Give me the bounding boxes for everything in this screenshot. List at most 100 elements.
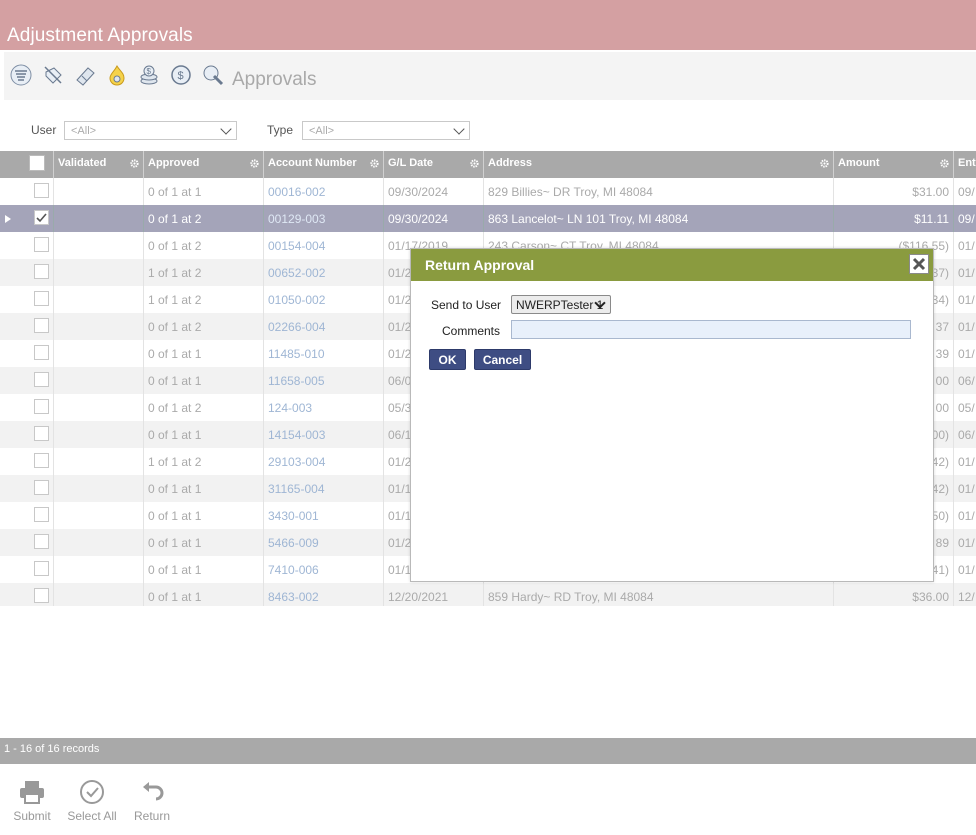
row-checkbox[interactable] — [34, 291, 49, 306]
submit-button[interactable]: Submit — [12, 779, 52, 823]
address-cell: 829 Billies~ DR Troy, MI 48084 — [484, 178, 834, 205]
address-cell: 863 Lancelot~ LN 101 Troy, MI 48084 — [484, 205, 834, 232]
gear-icon[interactable] — [130, 159, 139, 168]
row-checkbox[interactable] — [34, 345, 49, 360]
gear-icon[interactable] — [470, 159, 479, 168]
validated-cell — [54, 232, 144, 259]
account-cell[interactable]: 02266-004 — [264, 313, 384, 340]
app-title: Adjustment Approvals — [7, 25, 193, 46]
submit-label: Submit — [13, 809, 51, 823]
table-row[interactable]: 0 of 1 at 1 00016-002 09/30/2024 829 Billie… — [0, 178, 976, 205]
gear-icon[interactable] — [820, 159, 829, 168]
cancel-button[interactable]: Cancel — [474, 349, 531, 370]
row-checkbox[interactable] — [34, 210, 49, 225]
table-row[interactable]: 0 of 1 at 1 8463-002 12/20/2021 859 Hardy~ … — [0, 583, 976, 606]
dollar-cycle-icon[interactable]: $ — [170, 64, 192, 86]
gear-icon[interactable] — [370, 159, 379, 168]
row-checkbox[interactable] — [34, 507, 49, 522]
account-cell[interactable]: 14154-003 — [264, 421, 384, 448]
row-select-cell — [0, 583, 54, 606]
close-button[interactable] — [909, 254, 929, 274]
row-checkbox[interactable] — [34, 480, 49, 495]
validated-cell — [54, 583, 144, 606]
column-header-account-number[interactable]: Account Number — [264, 151, 384, 178]
account-cell[interactable]: 11485-010 — [264, 340, 384, 367]
eraser-icon[interactable] — [74, 64, 96, 86]
account-cell[interactable]: 11658-005 — [264, 367, 384, 394]
return-approval-dialog: Return Approval Send to User NWERPTester… — [410, 248, 934, 582]
column-header-approved[interactable]: Approved — [144, 151, 264, 178]
row-checkbox[interactable] — [34, 399, 49, 414]
entry-cell: 09/ — [958, 212, 975, 226]
select-all-label: Select All — [67, 809, 117, 823]
gear-icon[interactable] — [940, 159, 949, 168]
table-row[interactable]: 0 of 1 at 2 00129-003 09/30/2024 863 Lancel… — [0, 205, 976, 232]
approved-cell: 0 of 1 at 1 — [144, 421, 264, 448]
list-icon[interactable] — [10, 64, 32, 86]
row-checkbox[interactable] — [34, 264, 49, 279]
account-cell[interactable]: 5466-009 — [264, 529, 384, 556]
gl-date-cell: 09/30/2024 — [384, 178, 484, 205]
no-tag-icon[interactable] — [42, 64, 64, 86]
row-select-cell — [0, 286, 54, 313]
coins-icon[interactable]: $ — [138, 64, 160, 86]
account-cell[interactable]: 31165-004 — [264, 475, 384, 502]
dialog-header: Return Approval — [411, 249, 933, 281]
send-to-user-value: NWERPTester 1 — [516, 298, 604, 312]
entry-cell: 12/ — [958, 590, 975, 604]
account-cell[interactable]: 00652-002 — [264, 259, 384, 286]
dialog-title: Return Approval — [425, 257, 535, 273]
entry-cell: 01/ — [958, 239, 975, 253]
row-checkbox[interactable] — [34, 561, 49, 576]
approved-cell: 0 of 1 at 2 — [144, 394, 264, 421]
wrench-icon[interactable] — [202, 64, 224, 86]
amount-cell: $36.00 — [834, 583, 954, 606]
approved-cell: 1 of 1 at 2 — [144, 286, 264, 313]
select-all-button[interactable]: Select All — [66, 779, 118, 823]
grid-header: Validated Approved Account Number G/L Da… — [0, 151, 976, 178]
column-header-validated[interactable]: Validated — [54, 151, 144, 178]
user-filter-select[interactable]: <All> — [64, 121, 237, 140]
row-checkbox[interactable] — [34, 318, 49, 333]
column-header-gl-date[interactable]: G/L Date — [384, 151, 484, 178]
column-header-entry[interactable]: Entr — [954, 151, 976, 178]
account-cell[interactable]: 124-003 — [264, 394, 384, 421]
row-select-cell — [0, 340, 54, 367]
row-checkbox[interactable] — [34, 588, 49, 603]
comments-input[interactable] — [511, 320, 911, 339]
account-cell[interactable]: 29103-004 — [264, 448, 384, 475]
gear-icon[interactable] — [250, 159, 259, 168]
account-cell[interactable]: 8463-002 — [264, 583, 384, 606]
column-header-address[interactable]: Address — [484, 151, 834, 178]
return-label: Return — [133, 809, 171, 823]
fire-icon[interactable] — [106, 64, 128, 86]
approved-cell: 0 of 1 at 1 — [144, 367, 264, 394]
gl-date-cell: 09/30/2024 — [384, 205, 484, 232]
type-filter-select[interactable]: <All> — [302, 121, 470, 140]
account-cell[interactable]: 7410-006 — [264, 556, 384, 583]
ok-button[interactable]: OK — [429, 349, 466, 370]
svg-text:$: $ — [147, 67, 152, 76]
row-checkbox[interactable] — [34, 372, 49, 387]
undo-icon — [143, 782, 164, 801]
amount-cell: $31.00 — [834, 178, 954, 205]
account-cell[interactable]: 3430-001 — [264, 502, 384, 529]
validated-cell — [54, 556, 144, 583]
account-cell[interactable]: 00016-002 — [264, 178, 384, 205]
row-checkbox[interactable] — [34, 237, 49, 252]
header-checkbox[interactable] — [29, 155, 45, 171]
row-checkbox[interactable] — [34, 426, 49, 441]
close-icon — [912, 257, 926, 271]
validated-cell — [54, 502, 144, 529]
account-cell[interactable]: 01050-002 — [264, 286, 384, 313]
validated-cell — [54, 448, 144, 475]
account-cell[interactable]: 00129-003 — [264, 205, 384, 232]
column-header-amount[interactable]: Amount — [834, 151, 954, 178]
approved-cell: 1 of 1 at 2 — [144, 259, 264, 286]
row-checkbox[interactable] — [34, 534, 49, 549]
account-cell[interactable]: 00154-004 — [264, 232, 384, 259]
row-checkbox[interactable] — [34, 453, 49, 468]
return-button[interactable]: Return — [133, 779, 171, 823]
row-checkbox[interactable] — [34, 183, 49, 198]
send-to-user-select[interactable]: NWERPTester 1 — [511, 295, 611, 314]
